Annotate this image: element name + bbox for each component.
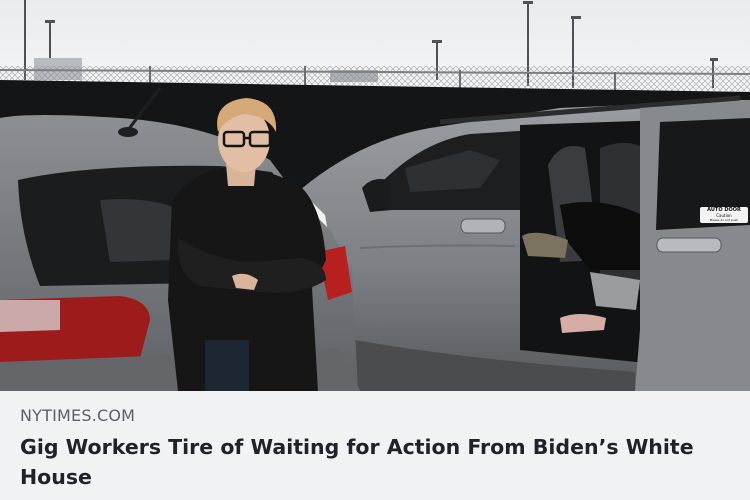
sticker-line-3: Please do not push (709, 218, 739, 222)
source-domain: NYTIMES.COM (20, 406, 136, 425)
article-headline[interactable]: Gig Workers Tire of Waiting for Action F… (20, 432, 730, 492)
link-preview-caption[interactable]: NYTIMES.COM Gig Workers Tire of Waiting … (0, 391, 750, 500)
article-photo (0, 0, 750, 391)
article-image[interactable]: AUTO DOOR Caution Please do not push (0, 0, 750, 391)
link-preview-card[interactable]: AUTO DOOR Caution Please do not push NYT… (0, 0, 750, 500)
door-sticker-text: AUTO DOOR Caution Please do not push (701, 208, 747, 223)
